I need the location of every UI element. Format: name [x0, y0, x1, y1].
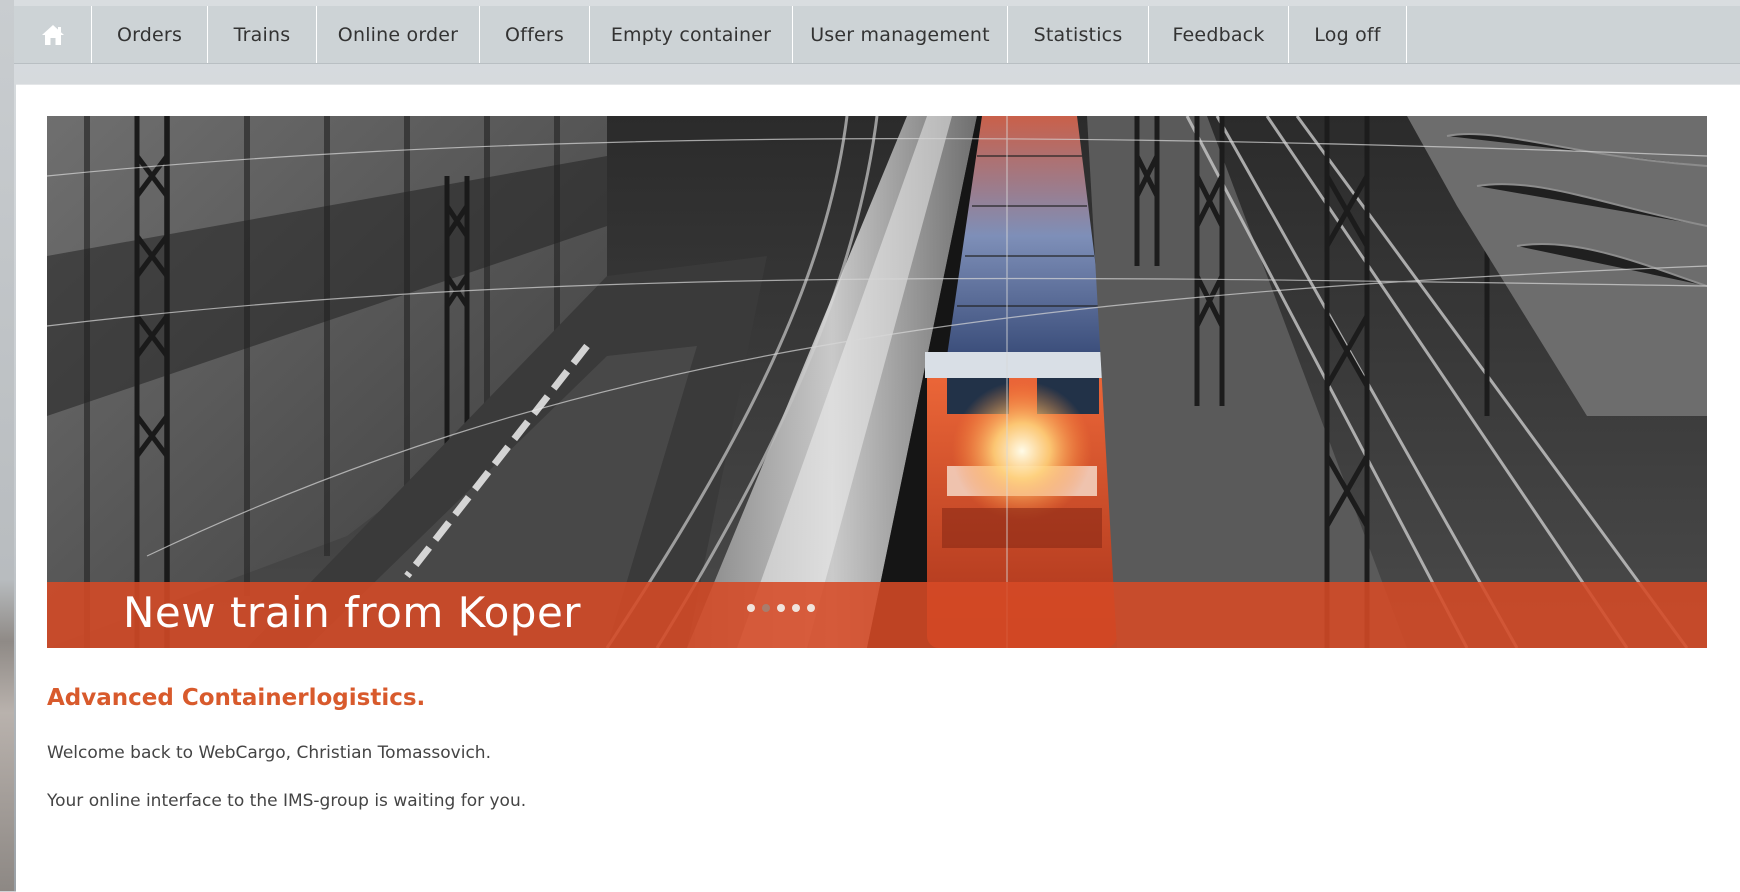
- slider-dot-2[interactable]: [762, 604, 770, 612]
- nav-statistics[interactable]: Statistics: [1008, 6, 1149, 63]
- welcome-text: Welcome back to WebCargo, Christian Toma…: [47, 743, 491, 763]
- hero-caption: New train from Koper: [123, 588, 582, 637]
- slider-dot-1[interactable]: [747, 604, 755, 612]
- home-icon: [41, 24, 64, 45]
- nav-trains[interactable]: Trains: [208, 6, 317, 63]
- nav-online-order[interactable]: Online order: [317, 6, 480, 63]
- nav-log-off[interactable]: Log off: [1289, 6, 1407, 63]
- page-headline: Advanced Containerlogistics.: [47, 685, 426, 711]
- slider-dots: [747, 604, 815, 612]
- content-panel: New train from Koper Advanced Containerl…: [16, 84, 1740, 892]
- nav-filler: [1407, 6, 1740, 63]
- nav-orders[interactable]: Orders: [92, 6, 208, 63]
- hero-slider: New train from Koper: [47, 116, 1707, 648]
- slider-dot-3[interactable]: [777, 604, 785, 612]
- nav-home[interactable]: [14, 6, 92, 63]
- nav-user-management[interactable]: User management: [793, 6, 1008, 63]
- hero-caption-bar: New train from Koper: [47, 582, 1707, 648]
- nav-empty-container[interactable]: Empty container: [590, 6, 793, 63]
- slider-dot-4[interactable]: [792, 604, 800, 612]
- main-navigation: Orders Trains Online order Offers Empty …: [14, 6, 1740, 64]
- nav-offers[interactable]: Offers: [480, 6, 590, 63]
- nav-feedback[interactable]: Feedback: [1149, 6, 1289, 63]
- hero-image: [47, 116, 1707, 648]
- left-edge-strip: [0, 0, 14, 891]
- slider-dot-5[interactable]: [807, 604, 815, 612]
- intro-text: Your online interface to the IMS-group i…: [47, 791, 527, 811]
